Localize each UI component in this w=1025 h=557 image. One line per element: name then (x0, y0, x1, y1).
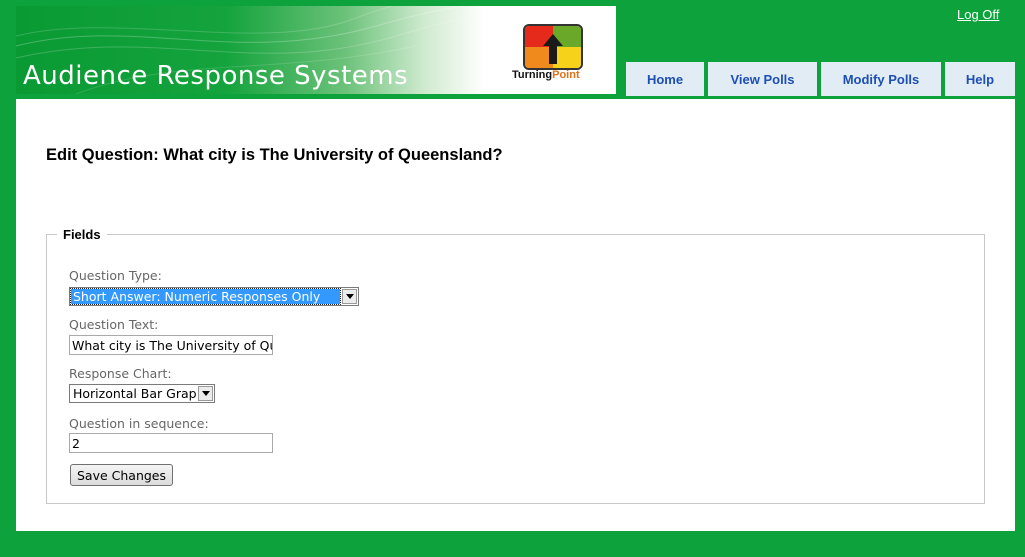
turningpoint-logo-icon (523, 24, 583, 70)
fields-legend: Fields (63, 227, 101, 242)
question-type-label: Question Type: (69, 268, 162, 283)
save-changes-button[interactable]: Save Changes (70, 464, 173, 486)
logo-text-part2: Point (552, 69, 580, 81)
response-chart-select[interactable]: Horizontal Bar Graph (69, 384, 215, 403)
fields-fieldset: Fields Question Type: Short Answer: Nume… (46, 227, 985, 504)
response-chart-value: Horizontal Bar Graph (73, 386, 196, 401)
question-type-select[interactable]: Short Answer: Numeric Responses Only (69, 287, 359, 306)
banner-title: Audience Response Systems (23, 61, 409, 91)
chevron-down-icon[interactable] (342, 289, 357, 304)
tab-modify-polls[interactable]: Modify Polls (821, 62, 941, 96)
log-off-link[interactable]: Log Off (957, 7, 999, 22)
header-banner: Audience Response Systems TurningPoint (16, 6, 616, 94)
logo-text-part1: Turning (512, 69, 553, 81)
question-text-input[interactable]: What city is The University of Queenslan… (69, 335, 273, 355)
page-title: Edit Question: What city is The Universi… (46, 146, 503, 164)
response-chart-label: Response Chart: (69, 366, 172, 381)
sequence-label: Question in sequence: (69, 416, 209, 431)
tab-view-polls[interactable]: View Polls (708, 62, 817, 96)
tab-help[interactable]: Help (945, 62, 1015, 96)
question-type-value: Short Answer: Numeric Responses Only (70, 288, 341, 305)
turningpoint-logo-text: TurningPoint (512, 69, 580, 81)
tab-home[interactable]: Home (626, 62, 704, 96)
question-text-label: Question Text: (69, 317, 159, 332)
main-panel: Edit Question: What city is The Universi… (16, 99, 1015, 531)
sequence-input[interactable]: 2 (69, 433, 273, 453)
chevron-down-icon[interactable] (198, 386, 213, 401)
